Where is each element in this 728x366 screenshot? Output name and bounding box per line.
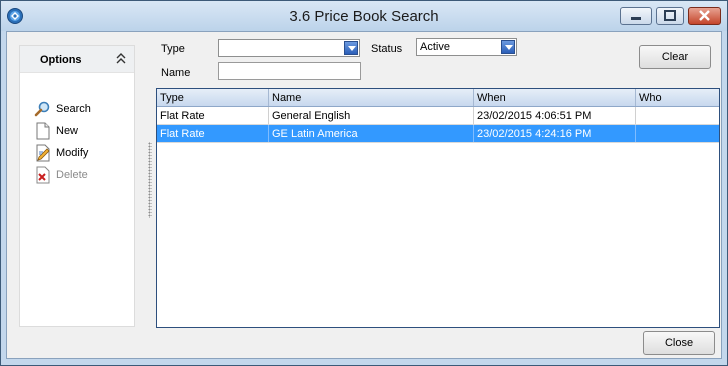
app-window: 3.6 Price Book Search Options Search New… xyxy=(0,0,728,366)
cell-who xyxy=(636,125,719,142)
close-button[interactable]: Close xyxy=(643,331,715,355)
name-label: Name xyxy=(161,67,191,79)
window-close-button[interactable] xyxy=(688,7,721,25)
option-delete[interactable]: Delete xyxy=(34,166,130,184)
status-dropdown-button[interactable] xyxy=(501,40,515,54)
options-panel: Options Search New Modify Delete xyxy=(19,45,135,327)
column-header-when[interactable]: When xyxy=(474,89,636,106)
status-combobox[interactable]: Active xyxy=(416,38,517,56)
type-label: Type xyxy=(161,43,185,55)
cell-name: General English xyxy=(269,107,474,124)
cell-name: GE Latin America xyxy=(269,125,474,142)
clear-button-label: Clear xyxy=(661,51,689,63)
option-delete-label: Delete xyxy=(56,169,88,181)
option-modify[interactable]: Modify xyxy=(34,144,130,162)
cell-type: Flat Rate xyxy=(157,125,269,142)
chevron-down-icon xyxy=(348,46,356,51)
option-search[interactable]: Search xyxy=(34,100,130,118)
chevron-down-icon xyxy=(505,45,513,50)
cell-when: 23/02/2015 4:24:16 PM xyxy=(474,125,636,142)
window-title: 3.6 Price Book Search xyxy=(289,8,439,25)
table-row-selected[interactable]: Flat Rate GE Latin America 23/02/2015 4:… xyxy=(157,125,719,143)
title-bar[interactable]: 3.6 Price Book Search xyxy=(1,1,727,31)
grid-header: Type Name When Who xyxy=(157,89,719,107)
option-new-label: New xyxy=(56,125,79,137)
collapse-chevron-icon[interactable] xyxy=(116,53,126,65)
edit-document-icon xyxy=(36,144,50,162)
options-title: Options xyxy=(40,54,82,66)
column-header-name[interactable]: Name xyxy=(269,89,474,106)
type-dropdown-button[interactable] xyxy=(344,41,358,55)
clear-button[interactable]: Clear xyxy=(639,45,711,69)
new-document-icon xyxy=(36,122,50,140)
option-search-label: Search xyxy=(56,103,91,115)
status-combobox-value: Active xyxy=(420,41,450,53)
panel-splitter[interactable] xyxy=(148,142,152,218)
column-header-who[interactable]: Who xyxy=(636,89,719,106)
minimize-button[interactable] xyxy=(620,7,652,25)
maximize-icon xyxy=(664,10,676,21)
close-button-label: Close xyxy=(664,337,694,349)
maximize-button[interactable] xyxy=(656,7,684,25)
minimize-icon xyxy=(631,17,641,20)
column-header-type[interactable]: Type xyxy=(157,89,269,106)
status-label: Status xyxy=(371,43,403,55)
delete-document-icon xyxy=(36,166,50,184)
table-row[interactable]: Flat Rate General English 23/02/2015 4:0… xyxy=(157,107,719,125)
options-header[interactable]: Options xyxy=(20,46,134,73)
magnifier-icon xyxy=(34,101,50,117)
type-combobox[interactable] xyxy=(218,39,360,57)
option-modify-label: Modify xyxy=(56,147,89,159)
client-area: Options Search New Modify Delete Type St… xyxy=(6,31,722,359)
name-input[interactable] xyxy=(218,62,361,80)
cell-when: 23/02/2015 4:06:51 PM xyxy=(474,107,636,124)
close-icon xyxy=(699,10,710,21)
cell-who xyxy=(636,107,719,124)
cell-type: Flat Rate xyxy=(157,107,269,124)
results-grid[interactable]: Type Name When Who Flat Rate General Eng… xyxy=(156,88,720,328)
option-new[interactable]: New xyxy=(34,122,130,140)
